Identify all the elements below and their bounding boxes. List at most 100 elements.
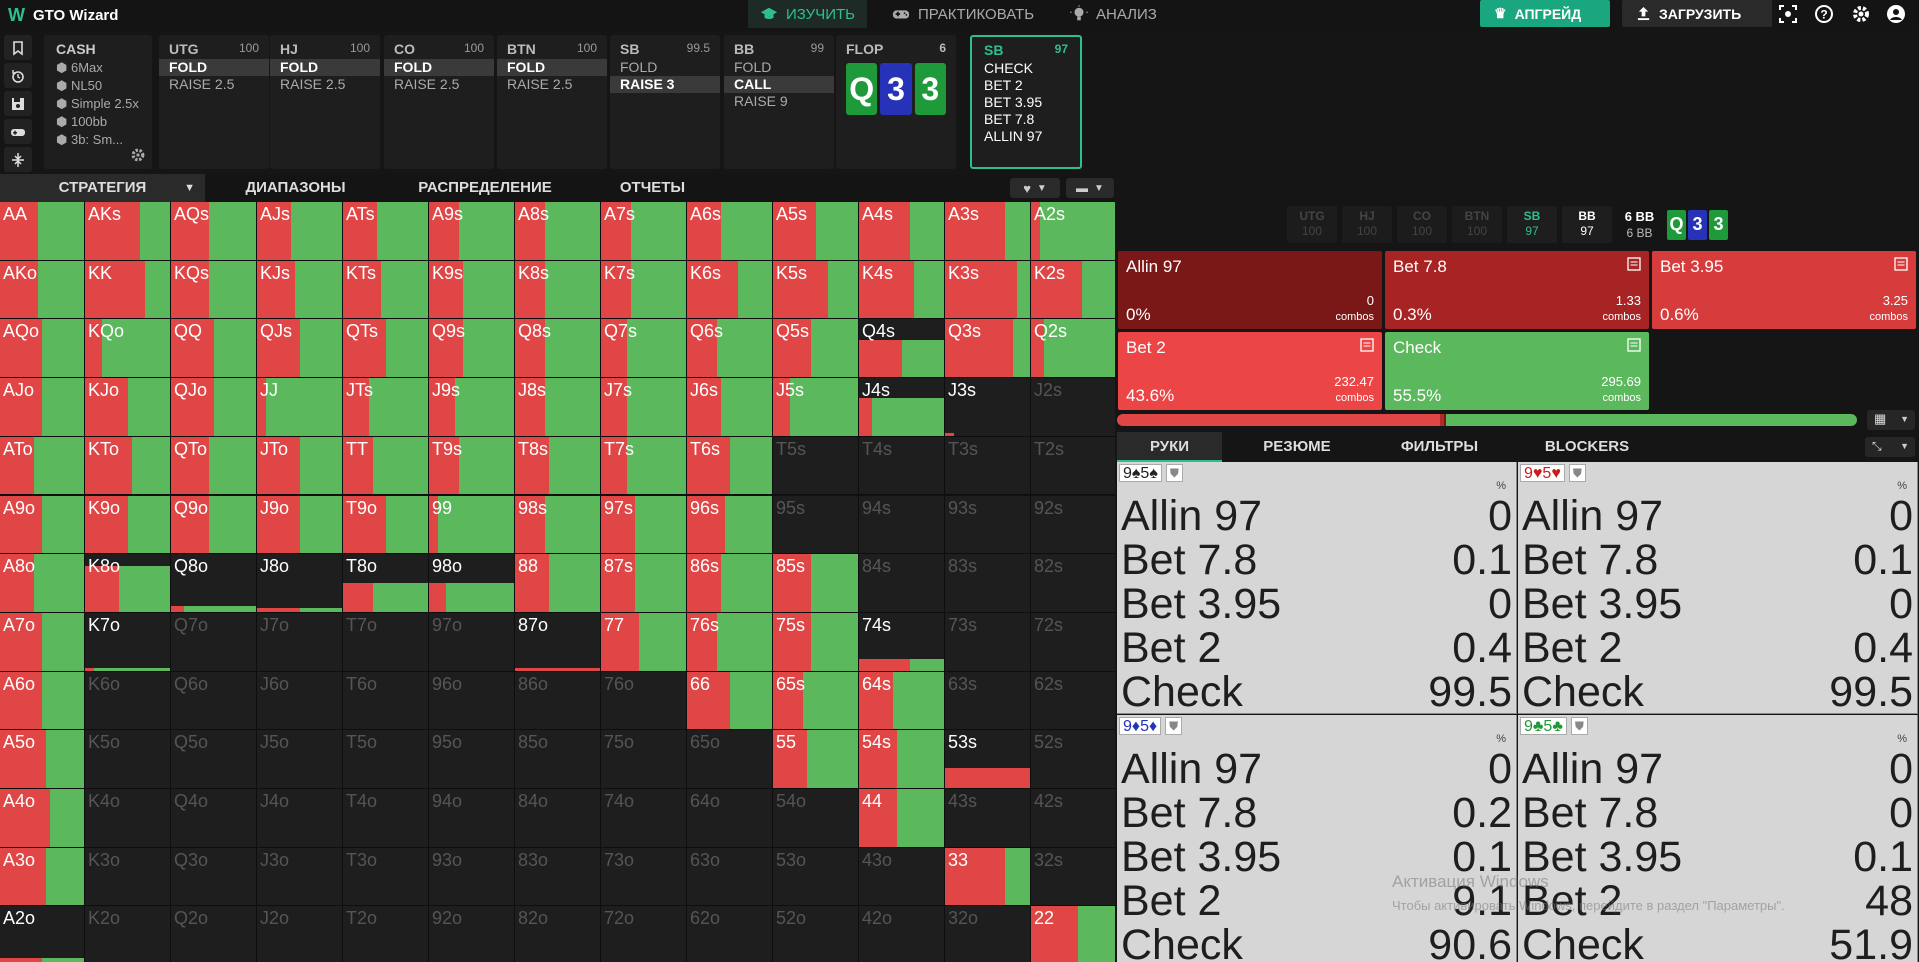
grid-cell[interactable]: 98o: [429, 554, 515, 613]
practice-button[interactable]: [4, 119, 32, 144]
grid-cell[interactable]: Q5o: [171, 730, 257, 789]
grid-cell[interactable]: Q3s: [945, 319, 1031, 379]
grid-cell[interactable]: Q9o: [171, 495, 257, 555]
grid-cell[interactable]: Q7o: [171, 612, 257, 672]
grid-cell[interactable]: 52s: [1031, 730, 1115, 789]
grid-cell[interactable]: 92o: [429, 906, 515, 962]
position-action[interactable]: FOLD: [497, 59, 607, 76]
grid-cell[interactable]: 87s: [601, 554, 687, 613]
node-action[interactable]: BET 7.8: [984, 111, 1068, 128]
grid-cell[interactable]: Q2o: [171, 906, 257, 962]
grid-cell[interactable]: 72o: [601, 906, 687, 962]
grid-cell[interactable]: K2o: [85, 906, 171, 962]
grid-cell[interactable]: J9o: [257, 495, 343, 555]
grid-cell[interactable]: AQs: [171, 202, 257, 261]
node-action[interactable]: BET 2: [984, 77, 1068, 94]
grid-cell[interactable]: 74s: [859, 612, 945, 672]
grid-cell[interactable]: J3s: [945, 378, 1031, 437]
grid-cell[interactable]: Q6o: [171, 671, 257, 731]
tab-blockers[interactable]: BLOCKERS: [1517, 432, 1657, 462]
grid-cell[interactable]: 82s: [1031, 554, 1115, 613]
grid-cell[interactable]: 87o: [515, 612, 601, 672]
tab-summary[interactable]: РЕЗЮМЕ: [1232, 432, 1362, 462]
grid-cell[interactable]: A8s: [515, 202, 601, 261]
grid-cell[interactable]: 88: [515, 554, 601, 613]
nav-analysis[interactable]: АНАЛИЗ: [1058, 0, 1169, 28]
grid-cell[interactable]: 54o: [773, 789, 859, 848]
grid-cell[interactable]: K9o: [85, 495, 171, 555]
grid-cell[interactable]: 86s: [687, 554, 773, 613]
upgrade-button[interactable]: ♛ АПГРЕЙД: [1480, 0, 1610, 27]
details-icon[interactable]: [1627, 338, 1641, 352]
hand-combo-card[interactable]: 9♠5♠ ⛊% Allin 97 0 Bet 7.8 0.1 Bet 3.95 0 Bet 20…: [1117, 462, 1517, 714]
nav-study[interactable]: ИЗУЧИТЬ: [748, 0, 867, 28]
grid-cell[interactable]: J2s: [1031, 378, 1115, 437]
action-box[interactable]: Bet 3.95 0.6% 3.25 combos: [1652, 251, 1916, 329]
grid-cell[interactable]: Q9s: [429, 319, 515, 379]
help-icon[interactable]: ?: [1814, 4, 1834, 24]
seat-2[interactable]: CO 100: [1397, 206, 1447, 243]
grid-cell[interactable]: T9o: [343, 495, 429, 555]
grid-cell[interactable]: AKs: [85, 202, 171, 261]
grid-cell[interactable]: A8o: [0, 554, 85, 613]
grid-cell[interactable]: Q4o: [171, 789, 257, 848]
grid-cell[interactable]: Q4s: [859, 319, 945, 379]
grid-cell[interactable]: J7o: [257, 612, 343, 672]
position-node-0[interactable]: UTG 100 FOLD RAISE 2.5: [159, 35, 269, 169]
grid-cell[interactable]: 42o: [859, 906, 945, 962]
grid-cell[interactable]: AA: [0, 202, 85, 261]
grid-cell[interactable]: J3o: [257, 847, 343, 907]
expand-dropdown[interactable]: ⤡ ▼: [1865, 437, 1915, 457]
grid-cell[interactable]: 73s: [945, 612, 1031, 672]
grid-cell[interactable]: 94s: [859, 495, 945, 555]
gear-icon[interactable]: [1851, 4, 1871, 24]
grid-cell[interactable]: Q6s: [687, 319, 773, 379]
grid-cell[interactable]: A5o: [0, 730, 85, 789]
action-box[interactable]: Bet 2 43.6% 232.47 combos: [1118, 332, 1382, 410]
grid-cell[interactable]: T4s: [859, 436, 945, 496]
seat-5[interactable]: BB 97: [1562, 206, 1612, 243]
grid-cell[interactable]: J8s: [515, 378, 601, 437]
grid-cell[interactable]: 43s: [945, 789, 1031, 848]
tab-distribution[interactable]: РАСПРЕДЕЛЕНИЕ: [400, 174, 570, 202]
details-icon[interactable]: [1894, 257, 1908, 271]
grid-cell[interactable]: KK: [85, 260, 171, 320]
grid-cell[interactable]: 97o: [429, 612, 515, 672]
grid-cell[interactable]: A7o: [0, 612, 85, 672]
grid-cell[interactable]: A4s: [859, 202, 945, 261]
nav-practice[interactable]: ПРАКТИКОВАТЬ: [880, 0, 1046, 28]
grid-cell[interactable]: K6o: [85, 671, 171, 731]
grid-cell[interactable]: JTs: [343, 378, 429, 437]
screenshot-icon[interactable]: [1778, 4, 1798, 24]
grid-cell[interactable]: AJs: [257, 202, 343, 261]
grid-cell[interactable]: K5s: [773, 260, 859, 320]
grid-cell[interactable]: T3s: [945, 436, 1031, 496]
grid-cell[interactable]: J9s: [429, 378, 515, 437]
grid-cell[interactable]: J8o: [257, 554, 343, 613]
grid-cell[interactable]: JTo: [257, 436, 343, 496]
grid-cell[interactable]: Q8s: [515, 319, 601, 379]
grid-cell[interactable]: 75o: [601, 730, 687, 789]
details-icon[interactable]: [1360, 338, 1374, 352]
grid-cell[interactable]: J6s: [687, 378, 773, 437]
position-action[interactable]: FOLD: [610, 59, 720, 76]
grid-cell[interactable]: K6s: [687, 260, 773, 320]
grid-cell[interactable]: 85o: [515, 730, 601, 789]
grid-cell[interactable]: 83o: [515, 847, 601, 907]
grid-cell[interactable]: Q3o: [171, 847, 257, 907]
grid-cell[interactable]: T2o: [343, 906, 429, 962]
heart-dropdown[interactable]: ♥ ▼: [1010, 178, 1060, 198]
grid-cell[interactable]: AKo: [0, 260, 85, 320]
grid-cell[interactable]: T7o: [343, 612, 429, 672]
grid-cell[interactable]: AQo: [0, 319, 85, 379]
position-node-3[interactable]: BTN 100 FOLD RAISE 2.5: [497, 35, 607, 169]
grid-cell[interactable]: 32s: [1031, 847, 1115, 907]
grid-cell[interactable]: T2s: [1031, 436, 1115, 496]
grid-cell[interactable]: T9s: [429, 436, 515, 496]
grid-cell[interactable]: T6s: [687, 436, 773, 496]
history-button[interactable]: [4, 63, 32, 88]
grid-cell[interactable]: QQ: [171, 319, 257, 379]
grid-cell[interactable]: QJs: [257, 319, 343, 379]
upload-button[interactable]: ЗАГРУЗИТЬ: [1622, 0, 1772, 27]
grid-cell[interactable]: 92s: [1031, 495, 1115, 555]
